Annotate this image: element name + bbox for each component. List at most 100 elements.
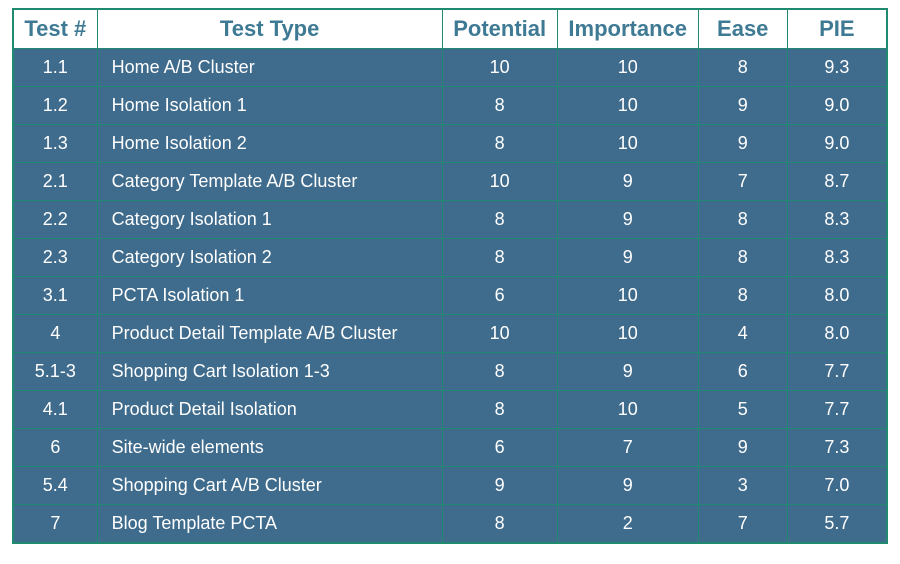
cell-ease: 9 xyxy=(698,125,787,163)
cell-pie: 8.7 xyxy=(787,163,886,201)
cell-num: 5.1-3 xyxy=(14,353,98,391)
cell-ease: 8 xyxy=(698,239,787,277)
cell-potential: 8 xyxy=(442,505,557,543)
cell-importance: 9 xyxy=(557,239,698,277)
cell-type: Product Detail Template A/B Cluster xyxy=(97,315,442,353)
cell-pie: 7.3 xyxy=(787,429,886,467)
cell-potential: 6 xyxy=(442,429,557,467)
cell-ease: 8 xyxy=(698,49,787,87)
cell-potential: 8 xyxy=(442,125,557,163)
table-row: 1.3Home Isolation 281099.0 xyxy=(14,125,887,163)
table-row: 3.1PCTA Isolation 161088.0 xyxy=(14,277,887,315)
cell-importance: 10 xyxy=(557,125,698,163)
cell-type: Site-wide elements xyxy=(97,429,442,467)
cell-potential: 10 xyxy=(442,315,557,353)
table-row: 1.1Home A/B Cluster101089.3 xyxy=(14,49,887,87)
cell-ease: 7 xyxy=(698,505,787,543)
cell-pie: 5.7 xyxy=(787,505,886,543)
cell-importance: 9 xyxy=(557,467,698,505)
cell-importance: 9 xyxy=(557,163,698,201)
cell-pie: 7.7 xyxy=(787,353,886,391)
col-header-test-num: Test # xyxy=(14,10,98,49)
cell-importance: 10 xyxy=(557,391,698,429)
cell-ease: 8 xyxy=(698,277,787,315)
cell-importance: 9 xyxy=(557,353,698,391)
cell-potential: 10 xyxy=(442,49,557,87)
table-row: 4.1Product Detail Isolation81057.7 xyxy=(14,391,887,429)
cell-type: Home Isolation 1 xyxy=(97,87,442,125)
cell-potential: 10 xyxy=(442,163,557,201)
cell-num: 1.2 xyxy=(14,87,98,125)
cell-pie: 9.3 xyxy=(787,49,886,87)
cell-type: Category Template A/B Cluster xyxy=(97,163,442,201)
cell-importance: 10 xyxy=(557,49,698,87)
table-row: 4Product Detail Template A/B Cluster1010… xyxy=(14,315,887,353)
table-row: 1.2Home Isolation 181099.0 xyxy=(14,87,887,125)
table-row: 2.2Category Isolation 18988.3 xyxy=(14,201,887,239)
cell-num: 6 xyxy=(14,429,98,467)
cell-ease: 9 xyxy=(698,87,787,125)
cell-type: Home Isolation 2 xyxy=(97,125,442,163)
col-header-potential: Potential xyxy=(442,10,557,49)
cell-num: 4 xyxy=(14,315,98,353)
cell-type: Blog Template PCTA xyxy=(97,505,442,543)
data-table: Test # Test Type Potential Importance Ea… xyxy=(13,9,887,543)
cell-pie: 7.0 xyxy=(787,467,886,505)
cell-potential: 8 xyxy=(442,87,557,125)
cell-num: 4.1 xyxy=(14,391,98,429)
col-header-pie: PIE xyxy=(787,10,886,49)
cell-pie: 9.0 xyxy=(787,125,886,163)
cell-type: Category Isolation 1 xyxy=(97,201,442,239)
table-header: Test # Test Type Potential Importance Ea… xyxy=(14,10,887,49)
cell-pie: 8.3 xyxy=(787,239,886,277)
cell-ease: 3 xyxy=(698,467,787,505)
col-header-importance: Importance xyxy=(557,10,698,49)
table-row: 2.1Category Template A/B Cluster10978.7 xyxy=(14,163,887,201)
cell-importance: 10 xyxy=(557,277,698,315)
pie-prioritization-table: Test # Test Type Potential Importance Ea… xyxy=(12,8,888,544)
cell-num: 1.3 xyxy=(14,125,98,163)
cell-num: 5.4 xyxy=(14,467,98,505)
cell-importance: 9 xyxy=(557,201,698,239)
cell-ease: 6 xyxy=(698,353,787,391)
cell-ease: 4 xyxy=(698,315,787,353)
cell-potential: 8 xyxy=(442,353,557,391)
cell-type: PCTA Isolation 1 xyxy=(97,277,442,315)
cell-num: 2.2 xyxy=(14,201,98,239)
cell-type: Shopping Cart Isolation 1-3 xyxy=(97,353,442,391)
cell-potential: 8 xyxy=(442,239,557,277)
table-body: 1.1Home A/B Cluster101089.31.2Home Isola… xyxy=(14,49,887,543)
table-row: 2.3Category Isolation 28988.3 xyxy=(14,239,887,277)
table-row: 6Site-wide elements6797.3 xyxy=(14,429,887,467)
table-row: 5.1-3Shopping Cart Isolation 1-38967.7 xyxy=(14,353,887,391)
cell-potential: 8 xyxy=(442,201,557,239)
cell-type: Product Detail Isolation xyxy=(97,391,442,429)
table-row: 5.4Shopping Cart A/B Cluster9937.0 xyxy=(14,467,887,505)
cell-importance: 7 xyxy=(557,429,698,467)
cell-pie: 8.3 xyxy=(787,201,886,239)
cell-num: 7 xyxy=(14,505,98,543)
cell-importance: 10 xyxy=(557,315,698,353)
table-row: 7Blog Template PCTA8275.7 xyxy=(14,505,887,543)
col-header-test-type: Test Type xyxy=(97,10,442,49)
cell-pie: 8.0 xyxy=(787,315,886,353)
cell-num: 3.1 xyxy=(14,277,98,315)
cell-num: 1.1 xyxy=(14,49,98,87)
cell-type: Category Isolation 2 xyxy=(97,239,442,277)
cell-ease: 8 xyxy=(698,201,787,239)
cell-num: 2.1 xyxy=(14,163,98,201)
cell-type: Shopping Cart A/B Cluster xyxy=(97,467,442,505)
cell-pie: 9.0 xyxy=(787,87,886,125)
cell-potential: 9 xyxy=(442,467,557,505)
cell-num: 2.3 xyxy=(14,239,98,277)
cell-potential: 6 xyxy=(442,277,557,315)
cell-potential: 8 xyxy=(442,391,557,429)
cell-ease: 5 xyxy=(698,391,787,429)
cell-pie: 7.7 xyxy=(787,391,886,429)
cell-ease: 7 xyxy=(698,163,787,201)
cell-type: Home A/B Cluster xyxy=(97,49,442,87)
cell-pie: 8.0 xyxy=(787,277,886,315)
col-header-ease: Ease xyxy=(698,10,787,49)
cell-ease: 9 xyxy=(698,429,787,467)
cell-importance: 10 xyxy=(557,87,698,125)
